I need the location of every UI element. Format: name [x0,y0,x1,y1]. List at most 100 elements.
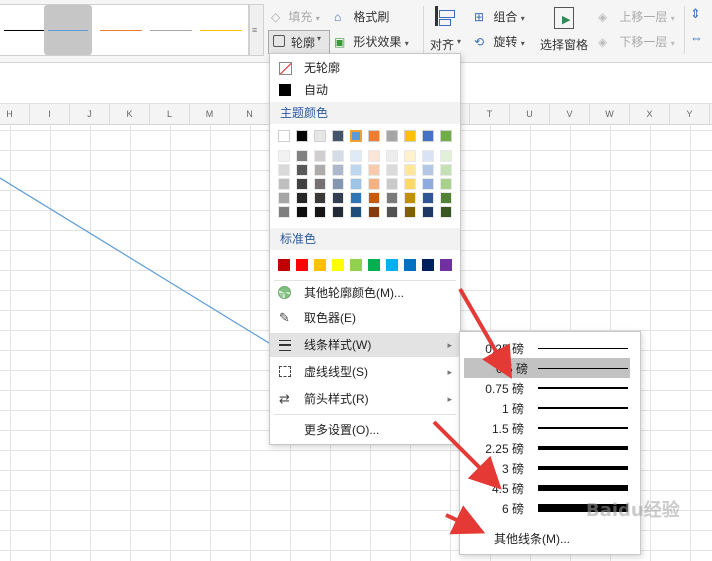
theme-shade-swatch[interactable] [350,150,362,162]
theme-color-swatch[interactable] [440,130,452,142]
arrow-style-icon: ⇄ [279,391,290,406]
standard-color-swatch[interactable] [386,259,398,271]
outline-dropdown-menu: 无轮廓 自动 主题颜色 标准色 其他轮廓颜色(M)... ✎ 取色器(E) 线条… [269,53,461,445]
theme-shade-swatch[interactable] [386,206,398,218]
theme-shade-swatch[interactable] [422,150,434,162]
theme-shade-swatch[interactable] [368,178,380,190]
line-weight-sample [538,426,628,430]
theme-shade-swatch[interactable] [404,206,416,218]
line-weight-option[interactable]: 2.25 磅 [460,438,640,458]
theme-shade-swatch[interactable] [296,178,308,190]
line-weight-option[interactable]: 0.25 磅 [460,338,640,358]
theme-color-swatch[interactable] [404,130,416,142]
standard-color-swatch[interactable] [278,259,290,271]
theme-shade-swatch[interactable] [314,150,326,162]
theme-shade-swatch[interactable] [332,150,344,162]
divider [274,414,456,415]
line-weight-sample [538,347,628,349]
theme-shade-swatch[interactable] [386,164,398,176]
theme-shade-swatch[interactable] [422,206,434,218]
menu-item-other-outline-colors[interactable]: 其他轮廓颜色(M)... [270,281,460,305]
theme-shade-swatch[interactable] [350,164,362,176]
other-lines-label: 其他线条(M)... [494,532,570,546]
menu-item-dash-type[interactable]: 虚线线型(S) ▸ [270,360,460,384]
menu-item-arrow-style[interactable]: ⇄ 箭头样式(R) ▸ [270,387,460,411]
line-weight-option[interactable]: 1.5 磅 [460,418,640,438]
theme-shade-swatch[interactable] [368,150,380,162]
line-weight-option[interactable]: 3 磅 [460,458,640,478]
line-weight-option[interactable]: 0.5 磅 [464,358,630,378]
theme-shade-swatch[interactable] [386,150,398,162]
standard-color-swatch[interactable] [296,259,308,271]
theme-shade-swatch[interactable] [404,178,416,190]
theme-color-swatch[interactable] [386,130,398,142]
theme-shade-swatch[interactable] [278,150,290,162]
theme-shade-swatch[interactable] [296,150,308,162]
standard-color-swatch[interactable] [350,259,362,271]
line-weight-option[interactable]: 0.75 磅 [460,378,640,398]
standard-color-swatch[interactable] [404,259,416,271]
theme-shade-swatch[interactable] [278,164,290,176]
line-weight-label: 0.5 磅 [495,362,528,376]
menu-item-auto[interactable]: 自动 [270,78,460,102]
theme-shade-swatch[interactable] [350,192,362,204]
theme-shade-swatch[interactable] [332,206,344,218]
theme-shade-swatch[interactable] [386,178,398,190]
menu-item-more-settings[interactable]: 更多设置(O)... [270,418,460,442]
theme-shade-swatch[interactable] [404,164,416,176]
theme-color-swatch[interactable] [296,130,308,142]
theme-shade-swatch[interactable] [368,192,380,204]
theme-shade-swatch[interactable] [404,192,416,204]
eyedropper-icon: ✎ [279,310,290,325]
theme-shade-swatch[interactable] [314,192,326,204]
theme-shade-swatch[interactable] [278,206,290,218]
theme-shade-swatch[interactable] [368,164,380,176]
theme-shade-swatch[interactable] [404,150,416,162]
standard-color-swatch[interactable] [314,259,326,271]
theme-shade-swatch[interactable] [314,164,326,176]
theme-shade-swatch[interactable] [440,206,452,218]
line-weight-option[interactable]: 1 磅 [460,398,640,418]
theme-shade-swatch[interactable] [296,164,308,176]
theme-shade-swatch[interactable] [278,178,290,190]
standard-color-swatch[interactable] [368,259,380,271]
theme-shade-grid [270,150,460,224]
theme-shade-swatch[interactable] [278,192,290,204]
theme-shade-swatch[interactable] [422,164,434,176]
theme-shade-swatch[interactable] [314,206,326,218]
theme-shade-swatch[interactable] [332,192,344,204]
theme-shade-swatch[interactable] [332,178,344,190]
line-style-icon [279,340,291,351]
theme-shade-swatch[interactable] [350,178,362,190]
theme-shade-swatch[interactable] [314,178,326,190]
theme-shade-swatch[interactable] [368,206,380,218]
standard-color-swatch[interactable] [440,259,452,271]
theme-shade-swatch[interactable] [296,206,308,218]
theme-color-swatch[interactable] [314,130,326,142]
menu-item-label: 更多设置(O)... [304,423,380,437]
theme-shade-swatch[interactable] [386,192,398,204]
menu-item-no-outline[interactable]: 无轮廓 [270,56,460,80]
theme-shade-swatch[interactable] [332,164,344,176]
theme-shade-swatch[interactable] [296,192,308,204]
standard-color-swatch[interactable] [332,259,344,271]
theme-shade-swatch[interactable] [422,192,434,204]
theme-shade-swatch[interactable] [440,192,452,204]
theme-shade-swatch[interactable] [440,164,452,176]
theme-shade-swatch[interactable] [350,206,362,218]
standard-color-swatch[interactable] [422,259,434,271]
line-weight-option[interactable]: 4.5 磅 [460,478,640,498]
theme-shade-swatch[interactable] [422,178,434,190]
menu-item-line-style[interactable]: 线条样式(W) ▸ [270,333,460,357]
theme-shade-swatch[interactable] [440,178,452,190]
other-lines-item[interactable]: 其他线条(M)... [460,528,640,548]
standard-color-row [270,257,460,273]
theme-color-swatch[interactable] [278,130,290,142]
theme-shade-swatch[interactable] [440,150,452,162]
menu-item-label: 自动 [304,83,329,97]
menu-item-eyedropper[interactable]: ✎ 取色器(E) [270,306,460,330]
theme-color-swatch[interactable] [422,130,434,142]
theme-color-swatch[interactable] [350,130,362,142]
theme-color-swatch[interactable] [368,130,380,142]
theme-color-swatch[interactable] [332,130,344,142]
